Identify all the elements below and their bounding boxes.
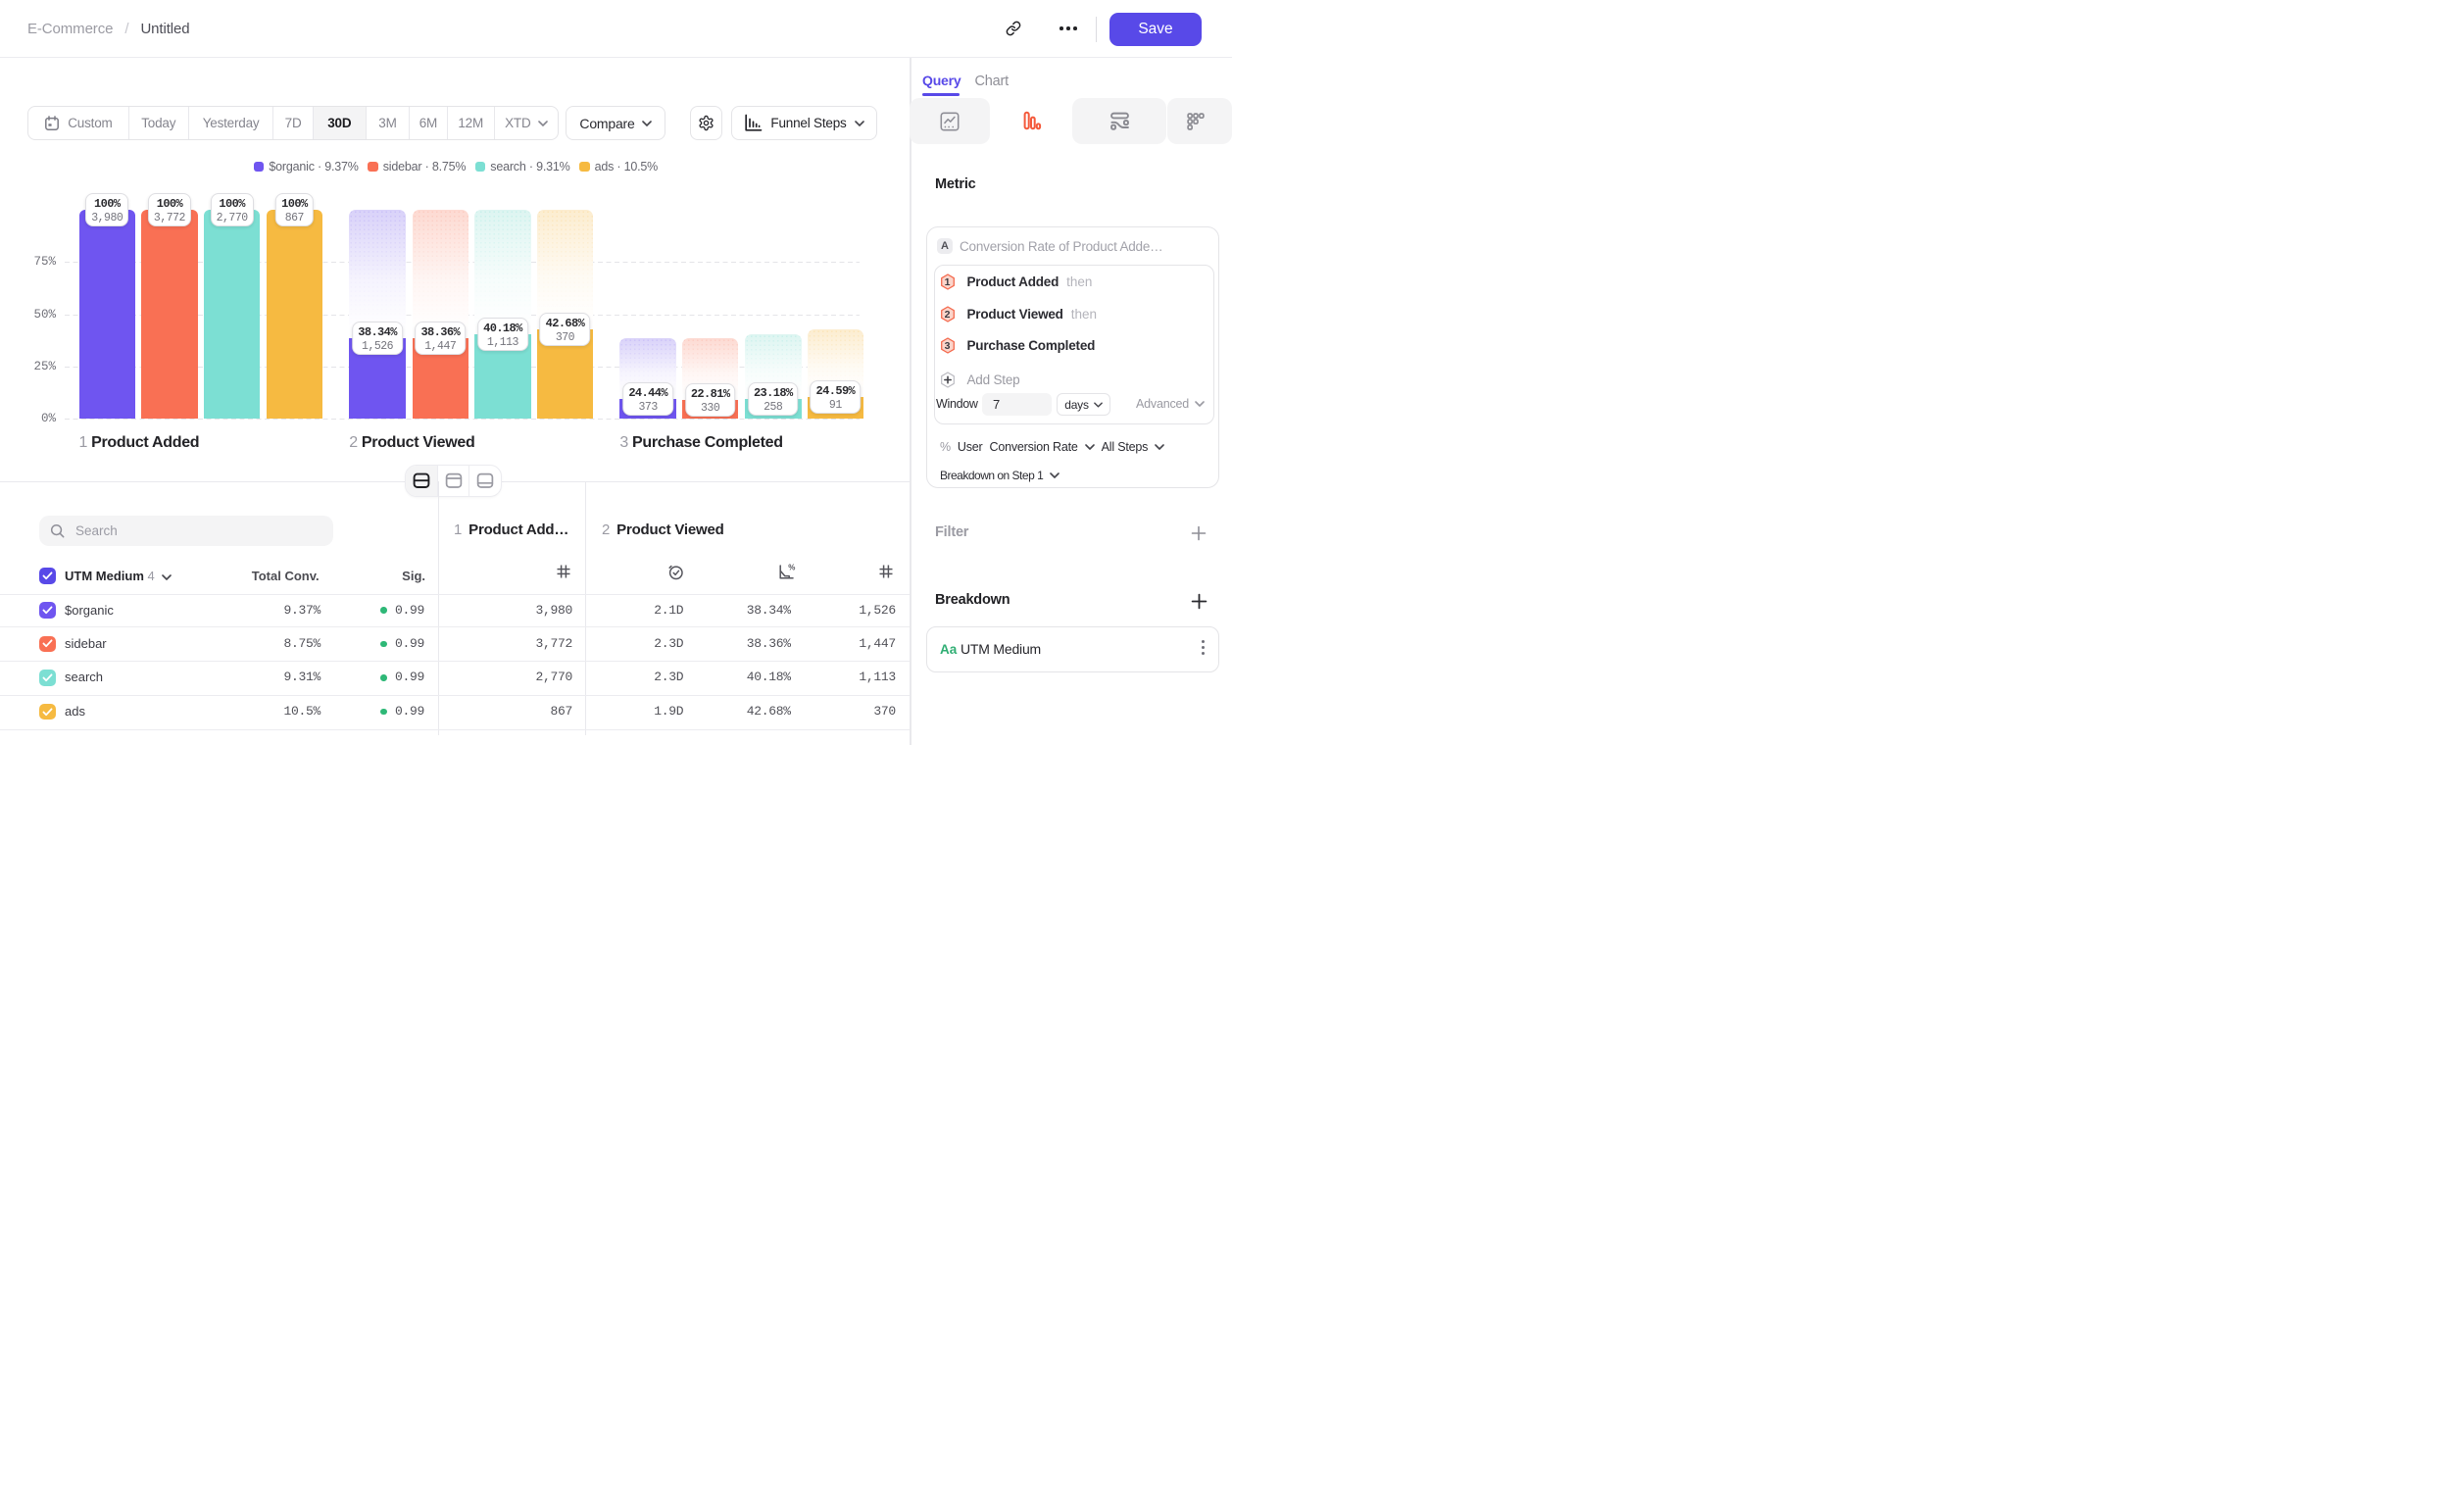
svg-text:%: % [788, 564, 795, 571]
